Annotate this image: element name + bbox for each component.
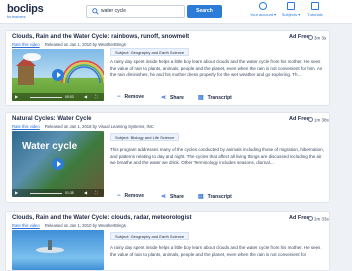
nav-label: Tutorials	[307, 12, 323, 17]
nav-your-account[interactable]: Your account ▾	[249, 2, 277, 22]
transcript-icon: ▤	[198, 95, 204, 101]
tutorials-icon	[311, 2, 319, 10]
video-description: This program addresses many of the cycle…	[110, 147, 324, 166]
play-button[interactable]	[52, 158, 64, 170]
volume-icon[interactable]: ◀	[84, 190, 87, 195]
transcript-icon: ▤	[198, 194, 204, 200]
release-info: Released on Jan 1, 2018 by Visual Learni…	[44, 124, 154, 129]
share-label: Share	[170, 193, 184, 200]
video-title[interactable]: Clouds, Rain and the Water Cycle: clouds…	[12, 215, 191, 221]
seek-bar[interactable]	[30, 192, 62, 194]
thumbnail-title: Water cycle	[22, 141, 78, 152]
player-controls: ▶ 00:03 ◀ ⛶	[12, 93, 104, 101]
play-button[interactable]	[52, 69, 64, 81]
rate-video-link[interactable]: Rate this video	[12, 223, 40, 228]
nav-label: Your account ▾	[249, 12, 277, 17]
search-value: water cycle	[101, 8, 127, 14]
search-input[interactable]: water cycle	[86, 5, 185, 18]
subject-tag[interactable]: Subject: Geography and Earth Science	[110, 48, 190, 56]
video-meta: Rate this video Released on Jan 1, 2018 …	[12, 124, 154, 129]
transcript-label: Transcript	[207, 193, 232, 200]
video-title[interactable]: Clouds, Rain and the Water Cycle: rainbo…	[12, 34, 189, 40]
video-description: A rainy day spent inside helps a little …	[110, 245, 321, 257]
remove-icon: −	[117, 193, 121, 199]
remove-icon: −	[117, 94, 121, 100]
share-icon: ⋖	[161, 95, 167, 101]
video-card: Clouds, Rain and the Water Cycle: clouds…	[5, 211, 330, 271]
share-button[interactable]: ⋖ Share	[161, 94, 184, 102]
seek-bar[interactable]	[30, 96, 62, 98]
video-duration: 3m 3s	[308, 35, 326, 41]
play-icon[interactable]: ▶	[15, 190, 18, 195]
video-duration: 1m 38s	[308, 117, 329, 123]
logo-subtitle: for teachers	[7, 15, 26, 19]
transcript-button[interactable]: ▤ Transcript	[198, 94, 232, 102]
transcript-button[interactable]: ▤ Transcript	[198, 193, 232, 201]
duration-value: 2m 33s	[314, 216, 329, 222]
subject-tag[interactable]: Subject: Biology and Life Science	[110, 133, 180, 141]
rate-video-link[interactable]: Rate this video	[12, 42, 40, 47]
video-title[interactable]: Natural Cycles: Water Cycle	[12, 116, 91, 122]
price-badge: Ad Free	[289, 116, 310, 122]
price-badge: Ad Free	[289, 215, 310, 221]
play-icon[interactable]: ▶	[15, 94, 18, 99]
video-player[interactable]: ▶ 00:03 ◀ ⛶	[12, 49, 104, 101]
share-button[interactable]: ⋖ Share	[161, 193, 184, 201]
remove-label: Remove	[124, 94, 144, 100]
video-description: A rainy day spent inside helps a little …	[110, 59, 323, 78]
video-meta: Rate this video Released on Jan 1, 2010 …	[12, 223, 126, 228]
video-player[interactable]	[12, 230, 104, 270]
video-player[interactable]: Water cycle ▶ 01:35 ◀ ⛶	[12, 131, 104, 197]
video-card: Clouds, Rain and the Water Cycle: rainbo…	[5, 30, 330, 106]
transcript-label: Transcript	[207, 94, 232, 101]
search-button[interactable]: Search	[187, 5, 222, 18]
remove-button[interactable]: − Remove	[117, 193, 144, 199]
duration-value: 3m 3s	[314, 35, 327, 41]
volume-icon[interactable]: ◀	[84, 94, 87, 99]
clock-icon	[308, 35, 313, 40]
search-icon	[92, 8, 99, 15]
nav-tutorials[interactable]: Tutorials	[301, 2, 329, 22]
subject-tag[interactable]: Subject: Geography and Earth Science	[110, 232, 190, 240]
video-duration: 2m 33s	[308, 216, 329, 222]
cloud-scene	[36, 240, 64, 253]
subjects-icon	[287, 2, 295, 10]
fullscreen-icon[interactable]: ⛶	[95, 94, 98, 99]
duration-value: 1m 38s	[314, 117, 329, 123]
player-time: 01:35	[65, 190, 74, 195]
top-bar: boclips for teachers water cycle Search …	[0, 0, 352, 24]
clock-icon	[308, 216, 313, 221]
video-meta: Rate this video Released on Jan 1, 2010 …	[12, 42, 126, 47]
share-icon: ⋖	[161, 194, 167, 200]
rate-video-link[interactable]: Rate this video	[12, 124, 40, 129]
price-badge: Ad Free	[289, 34, 310, 40]
fullscreen-icon[interactable]: ⛶	[95, 190, 98, 195]
player-controls: ▶ 01:35 ◀ ⛶	[12, 189, 104, 197]
boclips-logo[interactable]: boclips for teachers	[7, 3, 44, 20]
remove-label: Remove	[124, 193, 144, 199]
video-card: Natural Cycles: Water Cycle Ad Free 1m 3…	[5, 112, 330, 203]
release-info: Released on Jan 1, 2010 by WeatherBrings	[44, 42, 126, 47]
clock-icon	[308, 117, 313, 122]
share-label: Share	[170, 94, 184, 101]
logo-text: boclips	[7, 3, 44, 15]
remove-button[interactable]: − Remove	[117, 94, 144, 100]
account-icon	[259, 2, 267, 10]
player-time: 00:03	[65, 94, 74, 99]
release-info: Released on Jan 1, 2010 by WeatherBrings	[44, 223, 126, 228]
